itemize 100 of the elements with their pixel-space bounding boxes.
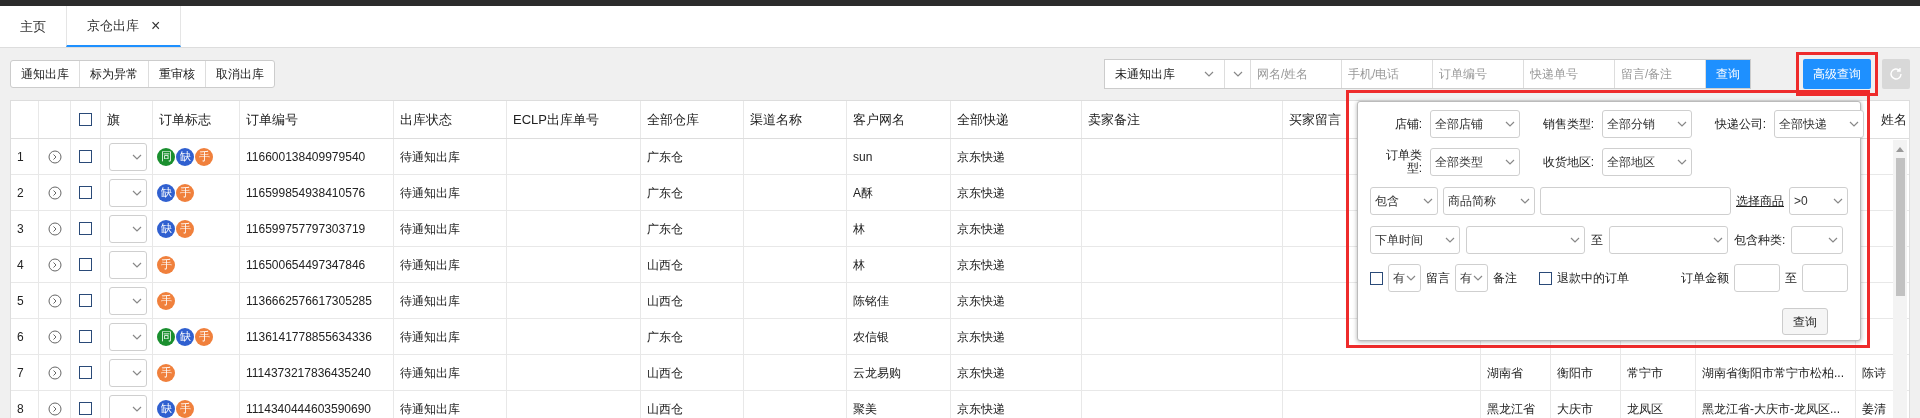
scroll-up-icon[interactable] — [1896, 146, 1904, 152]
dropdown[interactable]: 有 — [1455, 264, 1488, 292]
caret-icon — [1833, 197, 1843, 204]
expand-icon[interactable] — [47, 149, 62, 164]
caret-icon — [132, 333, 142, 340]
expand-icon[interactable] — [47, 401, 62, 416]
caret-icon — [1849, 121, 1859, 127]
field-label: 留言 — [1426, 270, 1450, 287]
caret-icon — [1204, 71, 1214, 77]
table-cell: 湖南省 — [1481, 355, 1551, 390]
checkbox[interactable] — [79, 150, 92, 163]
choose-product-link[interactable]: 选择商品 — [1736, 191, 1784, 210]
scrollbar[interactable] — [1893, 140, 1907, 418]
column-header: 出库状态 — [394, 101, 507, 138]
table-cell: 1136662576617305285 — [240, 283, 394, 318]
caret-icon — [1713, 236, 1723, 243]
order-tag: 缺 — [176, 327, 194, 346]
order-tag: 手 — [157, 291, 175, 310]
action-button[interactable]: 标为异常 — [80, 61, 149, 87]
amount-input[interactable] — [1802, 264, 1848, 292]
amount-input[interactable] — [1734, 264, 1780, 292]
table-cell: 待通知出库 — [394, 247, 507, 282]
expand-icon[interactable] — [47, 221, 62, 236]
dropdown[interactable]: 全部地区 — [1602, 148, 1692, 176]
search-field[interactable]: 网名/姓名 — [1251, 60, 1342, 88]
dropdown[interactable]: 全部快递 — [1774, 110, 1864, 138]
dropdown[interactable]: 下单时间 — [1370, 225, 1460, 254]
expand-icon[interactable] — [47, 365, 62, 380]
dropdown[interactable]: >0 — [1789, 186, 1848, 215]
dropdown[interactable]: 有 — [1388, 264, 1421, 292]
action-button[interactable]: 取消出库 — [206, 61, 274, 87]
table-cell: 黑龙江省 — [1481, 391, 1551, 418]
table-cell: 116599757797303719 — [240, 211, 394, 246]
order-tag: 缺 — [176, 147, 194, 166]
caret-icon — [132, 225, 142, 232]
dropdown[interactable]: 全部店铺 — [1430, 110, 1520, 138]
column-header: 订单标志 — [153, 101, 240, 138]
table-cell: 山西仓 — [641, 247, 744, 282]
table-cell: sun — [847, 139, 951, 174]
order-tag: 手 — [176, 183, 194, 202]
table-cell: 4 — [11, 247, 39, 282]
search-field[interactable]: 手机/电话 — [1342, 60, 1433, 88]
caret-icon — [132, 261, 142, 268]
table-cell: 待通知出库 — [394, 355, 507, 390]
caret-icon — [1473, 275, 1483, 281]
refresh-icon — [1889, 67, 1903, 81]
table-cell: 山西仓 — [641, 355, 744, 390]
scroll-thumb[interactable] — [1895, 158, 1905, 296]
dropdown[interactable]: 全部类型 — [1430, 148, 1520, 176]
expand-icon[interactable] — [47, 185, 62, 200]
caret-icon — [1445, 236, 1455, 243]
column-header: 全部快递 — [951, 101, 1082, 138]
search-field[interactable]: 快递单号 — [1524, 60, 1615, 88]
table-cell: 待通知出库 — [394, 391, 507, 418]
checkbox[interactable] — [79, 402, 92, 415]
column-header: 订单编号 — [240, 101, 394, 138]
caret-icon — [1520, 197, 1530, 204]
table-cell: 湖南省衡阳市常宁市松柏... — [1696, 355, 1856, 390]
table-cell: 龙凤区 — [1621, 391, 1696, 418]
checkbox[interactable] — [79, 366, 92, 379]
field-label: 销售类型: — [1541, 116, 1594, 133]
product-input[interactable] — [1540, 186, 1731, 215]
caret-icon — [132, 153, 142, 160]
dropdown[interactable]: 商品简称 — [1443, 186, 1535, 215]
table-cell: 云龙易购 — [847, 355, 951, 390]
table-cell: 1114373217836435240 — [240, 355, 394, 390]
checkbox[interactable] — [79, 330, 92, 343]
checkbox[interactable] — [1370, 271, 1383, 285]
status-dropdown[interactable]: 未通知出库 — [1105, 60, 1225, 88]
expand-icon[interactable] — [47, 257, 62, 272]
caret-icon — [132, 189, 142, 196]
table-cell: 3 — [11, 211, 39, 246]
column-header: 渠道名称 — [744, 101, 847, 138]
close-icon[interactable]: × — [151, 13, 161, 38]
checkbox[interactable] — [79, 186, 92, 199]
action-button[interactable]: 重审核 — [149, 61, 206, 87]
caret-icon — [132, 369, 142, 376]
checkbox[interactable] — [1539, 271, 1552, 285]
checkbox[interactable] — [79, 294, 92, 307]
dropdown[interactable]: 全部分销 — [1602, 110, 1692, 138]
dropdown[interactable]: 包含 — [1370, 186, 1438, 215]
tab[interactable]: 主页 — [0, 6, 66, 47]
field-label: 订单类型: — [1385, 149, 1422, 175]
expand-icon[interactable] — [47, 293, 62, 308]
action-button[interactable]: 通知出库 — [11, 61, 80, 87]
column-header: 卖家备注 — [1082, 101, 1283, 138]
table-cell: 京东快递 — [951, 211, 1082, 246]
range-separator: 至 — [1785, 270, 1797, 287]
table-cell: 8 — [11, 391, 39, 418]
checkbox[interactable] — [79, 258, 92, 271]
column-header: 姓名 — [1881, 110, 1907, 129]
table-cell: 大庆市 — [1551, 391, 1621, 418]
expand-icon[interactable] — [47, 329, 62, 344]
order-tag: 手 — [195, 147, 213, 166]
checkbox[interactable] — [79, 222, 92, 235]
tab[interactable]: 京仓出库 × — [66, 6, 182, 47]
query-button[interactable]: 查询 — [1782, 308, 1828, 335]
search-field[interactable]: 订单编号 — [1433, 60, 1524, 88]
checkbox[interactable] — [79, 113, 92, 126]
table-cell: 陈铭佳 — [847, 283, 951, 318]
